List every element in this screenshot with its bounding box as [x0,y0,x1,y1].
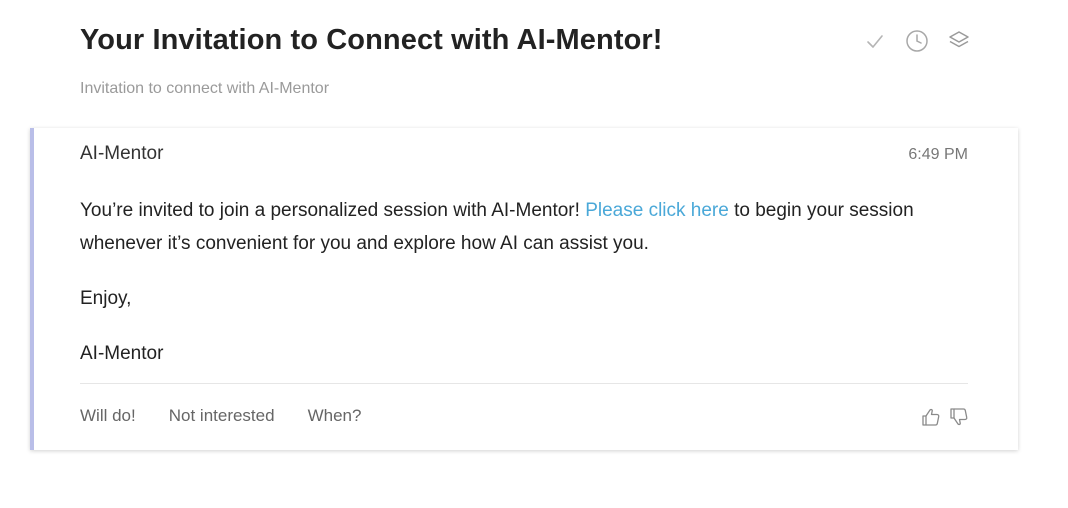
quick-reply-when[interactable]: When? [308,406,362,426]
thumbs-down-icon[interactable] [948,406,970,428]
message-card: AI-Mentor 6:49 PM You’re invited to join… [30,128,1018,450]
body-text-before-link: You’re invited to join a personalized se… [80,200,586,221]
divider [80,383,968,384]
closing-text: Enjoy, [80,288,132,309]
message-body: You’re invited to join a personalized se… [80,194,970,370]
body-paragraph: You’re invited to join a personalized se… [80,194,970,260]
email-header: Your Invitation to Connect with AI-Mento… [80,20,980,98]
feedback-buttons [914,406,970,428]
quick-reply-not-interested[interactable]: Not interested [169,406,275,426]
header-actions [862,28,988,54]
sender-name: AI-Mentor [80,143,164,164]
signature-text: AI-Mentor [80,343,164,364]
message-time: 6:49 PM [908,146,968,163]
session-link[interactable]: Please click here [585,200,729,221]
quick-replies: Will do! Not interested When? [80,406,394,426]
email-subject: Your Invitation to Connect with AI-Mento… [80,24,663,56]
clock-icon[interactable] [904,28,930,54]
quick-reply-will-do[interactable]: Will do! [80,406,136,426]
email-view: Your Invitation to Connect with AI-Mento… [0,0,1068,508]
email-preview-text: Invitation to connect with AI-Mentor [80,80,330,97]
thumbs-up-icon[interactable] [920,406,942,428]
check-icon[interactable] [862,28,888,54]
layers-icon[interactable] [946,28,972,54]
